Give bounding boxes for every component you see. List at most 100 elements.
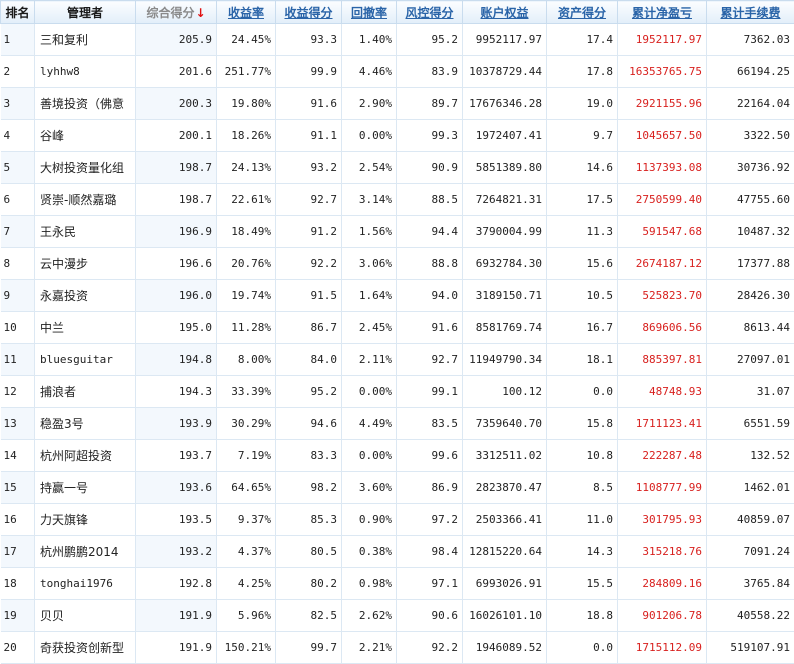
manager-cell[interactable]: lyhhw8 (35, 56, 136, 88)
return-score-cell: 86.7 (276, 312, 342, 344)
drawdown-cell: 2.45% (342, 312, 397, 344)
asset-score-cell: 19.0 (547, 88, 618, 120)
drawdown-cell: 4.49% (342, 408, 397, 440)
manager-cell[interactable]: 三和复利 (35, 24, 136, 56)
table-body: 1三和复利205.924.45%93.31.40%95.29952117.971… (1, 24, 794, 664)
manager-cell[interactable]: 杭州鹏鹏2014 (35, 536, 136, 568)
risk-score-cell: 83.5 (397, 408, 463, 440)
rank-cell: 18 (1, 568, 35, 600)
fees-cell: 22164.04 (707, 88, 794, 120)
score-cell: 194.8 (136, 344, 217, 376)
header-drawdown[interactable]: 回撤率 (342, 1, 397, 24)
equity-cell: 100.12 (463, 376, 547, 408)
net-profit-cell: 2921155.96 (618, 88, 707, 120)
table-row: 10中兰195.011.28%86.72.45%91.68581769.7416… (1, 312, 794, 344)
equity-cell: 12815220.64 (463, 536, 547, 568)
asset-score-cell: 16.7 (547, 312, 618, 344)
drawdown-cell: 0.00% (342, 440, 397, 472)
score-cell: 194.3 (136, 376, 217, 408)
manager-cell[interactable]: 贤崇-顺然嘉璐 (35, 184, 136, 216)
net-profit-cell: 591547.68 (618, 216, 707, 248)
rank-cell: 7 (1, 216, 35, 248)
net-profit-cell: 315218.76 (618, 536, 707, 568)
manager-cell[interactable]: 中兰 (35, 312, 136, 344)
score-cell: 196.6 (136, 248, 217, 280)
drawdown-cell: 2.11% (342, 344, 397, 376)
rank-cell: 6 (1, 184, 35, 216)
manager-cell[interactable]: 大树投资量化组 (35, 152, 136, 184)
header-risk-score[interactable]: 风控得分 (397, 1, 463, 24)
header-fees[interactable]: 累计手续费 (707, 1, 794, 24)
risk-score-cell: 92.7 (397, 344, 463, 376)
net-profit-cell: 48748.93 (618, 376, 707, 408)
drawdown-cell: 0.00% (342, 120, 397, 152)
manager-cell[interactable]: tonghai1976 (35, 568, 136, 600)
asset-score-cell: 14.3 (547, 536, 618, 568)
header-equity[interactable]: 账户权益 (463, 1, 547, 24)
risk-score-cell: 92.2 (397, 632, 463, 664)
manager-cell[interactable]: 王永民 (35, 216, 136, 248)
equity-cell: 6932784.30 (463, 248, 547, 280)
drawdown-cell: 3.06% (342, 248, 397, 280)
manager-cell[interactable]: 奇获投资创新型 (35, 632, 136, 664)
fees-cell: 10487.32 (707, 216, 794, 248)
equity-cell: 16026101.10 (463, 600, 547, 632)
asset-score-cell: 17.5 (547, 184, 618, 216)
table-row: 3善境投资（佛意200.319.80%91.62.90%89.717676346… (1, 88, 794, 120)
equity-cell: 17676346.28 (463, 88, 547, 120)
return-score-cell: 91.1 (276, 120, 342, 152)
net-profit-cell: 1045657.50 (618, 120, 707, 152)
manager-cell[interactable]: 善境投资（佛意 (35, 88, 136, 120)
equity-cell: 7359640.70 (463, 408, 547, 440)
manager-cell[interactable]: 云中漫步 (35, 248, 136, 280)
header-net-profit[interactable]: 累计净盈亏 (618, 1, 707, 24)
return-rate-cell: 19.74% (217, 280, 276, 312)
rank-cell: 16 (1, 504, 35, 536)
risk-score-cell: 94.0 (397, 280, 463, 312)
fees-cell: 3322.50 (707, 120, 794, 152)
fees-cell: 1462.01 (707, 472, 794, 504)
table-row: 11bluesguitar194.88.00%84.02.11%92.71194… (1, 344, 794, 376)
manager-cell[interactable]: bluesguitar (35, 344, 136, 376)
asset-score-cell: 11.3 (547, 216, 618, 248)
fees-cell: 17377.88 (707, 248, 794, 280)
net-profit-cell: 1952117.97 (618, 24, 707, 56)
return-score-cell: 99.7 (276, 632, 342, 664)
return-rate-cell: 64.65% (217, 472, 276, 504)
header-return-score[interactable]: 收益得分 (276, 1, 342, 24)
risk-score-cell: 97.2 (397, 504, 463, 536)
manager-cell[interactable]: 谷峰 (35, 120, 136, 152)
manager-cell[interactable]: 杭州阿超投资 (35, 440, 136, 472)
score-cell: 193.7 (136, 440, 217, 472)
fees-cell: 7091.24 (707, 536, 794, 568)
table-row: 18tonghai1976192.84.25%80.20.98%97.16993… (1, 568, 794, 600)
table-row: 5大树投资量化组198.724.13%93.22.54%90.95851389.… (1, 152, 794, 184)
drawdown-cell: 2.62% (342, 600, 397, 632)
net-profit-cell: 2750599.40 (618, 184, 707, 216)
manager-cell[interactable]: 持赢一号 (35, 472, 136, 504)
manager-cell[interactable]: 稳盈3号 (35, 408, 136, 440)
fees-cell: 47755.60 (707, 184, 794, 216)
equity-cell: 5851389.80 (463, 152, 547, 184)
manager-cell[interactable]: 力天旗锋 (35, 504, 136, 536)
manager-cell[interactable]: 贝贝 (35, 600, 136, 632)
asset-score-cell: 15.8 (547, 408, 618, 440)
net-profit-cell: 2674187.12 (618, 248, 707, 280)
score-cell: 191.9 (136, 600, 217, 632)
return-score-cell: 85.3 (276, 504, 342, 536)
score-cell: 198.7 (136, 152, 217, 184)
header-asset-score[interactable]: 资产得分 (547, 1, 618, 24)
net-profit-cell: 1715112.09 (618, 632, 707, 664)
table-row: 14杭州阿超投资193.77.19%83.30.00%99.63312511.0… (1, 440, 794, 472)
header-rank: 排名 (1, 1, 35, 24)
risk-score-cell: 88.5 (397, 184, 463, 216)
rank-cell: 1 (1, 24, 35, 56)
manager-cell[interactable]: 永嘉投资 (35, 280, 136, 312)
header-return-rate[interactable]: 收益率 (217, 1, 276, 24)
return-score-cell: 82.5 (276, 600, 342, 632)
score-cell: 198.7 (136, 184, 217, 216)
score-cell: 193.9 (136, 408, 217, 440)
manager-cell[interactable]: 捕浪者 (35, 376, 136, 408)
risk-score-cell: 83.9 (397, 56, 463, 88)
header-score[interactable]: 综合得分↓ (136, 1, 217, 24)
